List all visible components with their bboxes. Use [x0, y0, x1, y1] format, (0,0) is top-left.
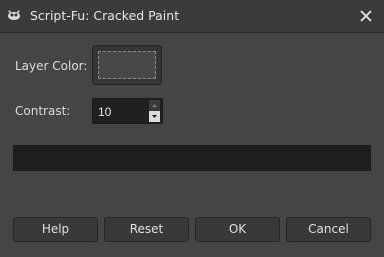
- layer-color-swatch: [98, 51, 156, 79]
- spin-down-icon: [152, 115, 157, 118]
- ok-button[interactable]: OK: [195, 217, 280, 242]
- layer-color-button[interactable]: [92, 45, 162, 85]
- close-icon: [360, 10, 372, 22]
- contrast-label: Contrast:: [15, 104, 71, 118]
- cancel-button[interactable]: Cancel: [286, 217, 371, 242]
- spin-down-button[interactable]: [149, 111, 160, 122]
- layer-color-fill: [100, 53, 154, 77]
- layer-color-label: Layer Color:: [15, 59, 88, 73]
- contrast-spinbutton[interactable]: [92, 98, 163, 124]
- spin-up-button[interactable]: [149, 100, 160, 111]
- gimp-wilber-icon: [6, 9, 22, 21]
- dialog-window: Script-Fu: Cracked Paint Layer Color: Co…: [0, 0, 384, 257]
- spin-up-icon: [152, 104, 157, 107]
- window-title: Script-Fu: Cracked Paint: [30, 8, 180, 23]
- progress-bar: [13, 145, 371, 171]
- help-button[interactable]: Help: [13, 217, 98, 242]
- title-bar: Script-Fu: Cracked Paint: [0, 0, 384, 33]
- close-button[interactable]: [356, 6, 376, 26]
- reset-button[interactable]: Reset: [104, 217, 189, 242]
- contrast-input[interactable]: [98, 105, 138, 119]
